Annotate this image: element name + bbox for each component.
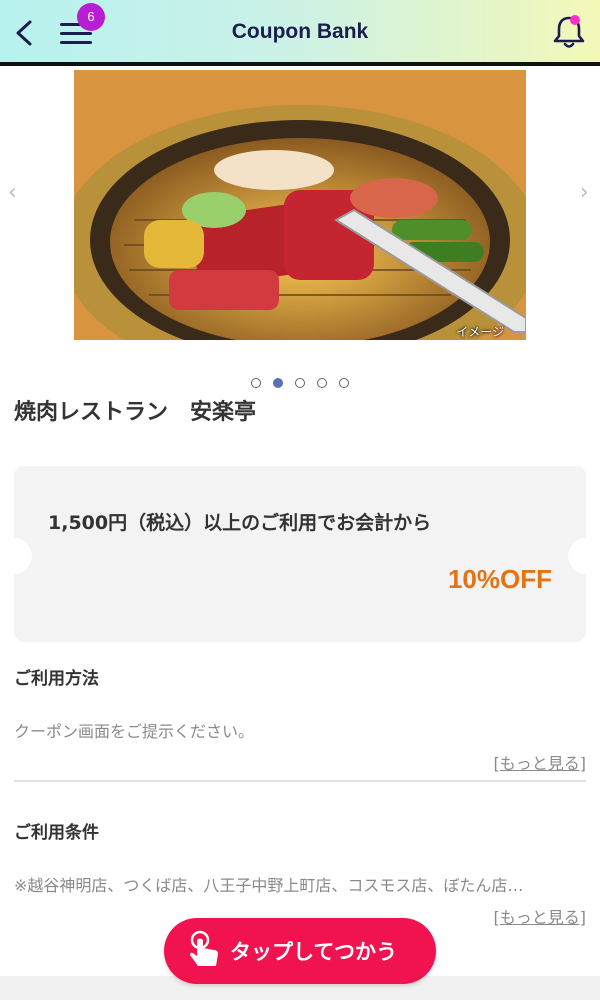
carousel-dot[interactable]	[339, 378, 349, 388]
tap-hand-icon	[190, 930, 218, 966]
conditions-title: ご利用条件	[14, 823, 99, 843]
bell-icon	[553, 16, 585, 48]
image-caption: イメージ	[456, 325, 504, 339]
shop-name: 焼肉レストラン 安楽亭	[14, 400, 257, 425]
app-header: 6 Coupon Bank	[0, 0, 600, 66]
image-carousel[interactable]: ‹ イメージ ›	[0, 70, 600, 388]
notifications-button[interactable]	[552, 14, 586, 50]
coupon-condition: 1,500円（税込）以上のご利用でお会計から	[48, 512, 432, 534]
usage-more-link[interactable]: [もっと見る]	[494, 750, 587, 774]
carousel-dot[interactable]	[317, 378, 327, 388]
conditions-text: ※越谷神明店、つくば店、八王子中野上町店、コスモス店、ぼたん店…	[14, 876, 524, 895]
usage-text: クーポン画面をご提示ください。	[14, 722, 255, 741]
coupon-discount: 10%OFF	[447, 564, 552, 594]
carousel-dot[interactable]	[295, 378, 305, 388]
carousel-dot[interactable]	[251, 378, 261, 388]
usage-title: ご利用方法	[14, 669, 99, 689]
section-divider	[14, 780, 586, 782]
coupon-notch-left	[0, 538, 32, 574]
carousel-next-icon[interactable]: ›	[580, 180, 589, 205]
page-title: Coupon Bank	[231, 20, 369, 43]
notification-dot	[570, 15, 580, 25]
use-coupon-button[interactable]: タップしてつかう	[164, 918, 436, 984]
grill-illustration	[74, 70, 526, 340]
carousel-prev-icon[interactable]: ‹	[8, 180, 17, 205]
coupon-card: 1,500円（税込）以上のご利用でお会計から 10%OFF	[0, 466, 600, 642]
coupon-notch-right	[568, 538, 600, 574]
yakiniku-grill-photo: イメージ	[74, 70, 526, 340]
carousel-dot-active[interactable]	[273, 378, 283, 388]
use-coupon-label: タップしてつかう	[230, 940, 397, 964]
conditions-more-link[interactable]: [もっと見る]	[494, 904, 587, 928]
